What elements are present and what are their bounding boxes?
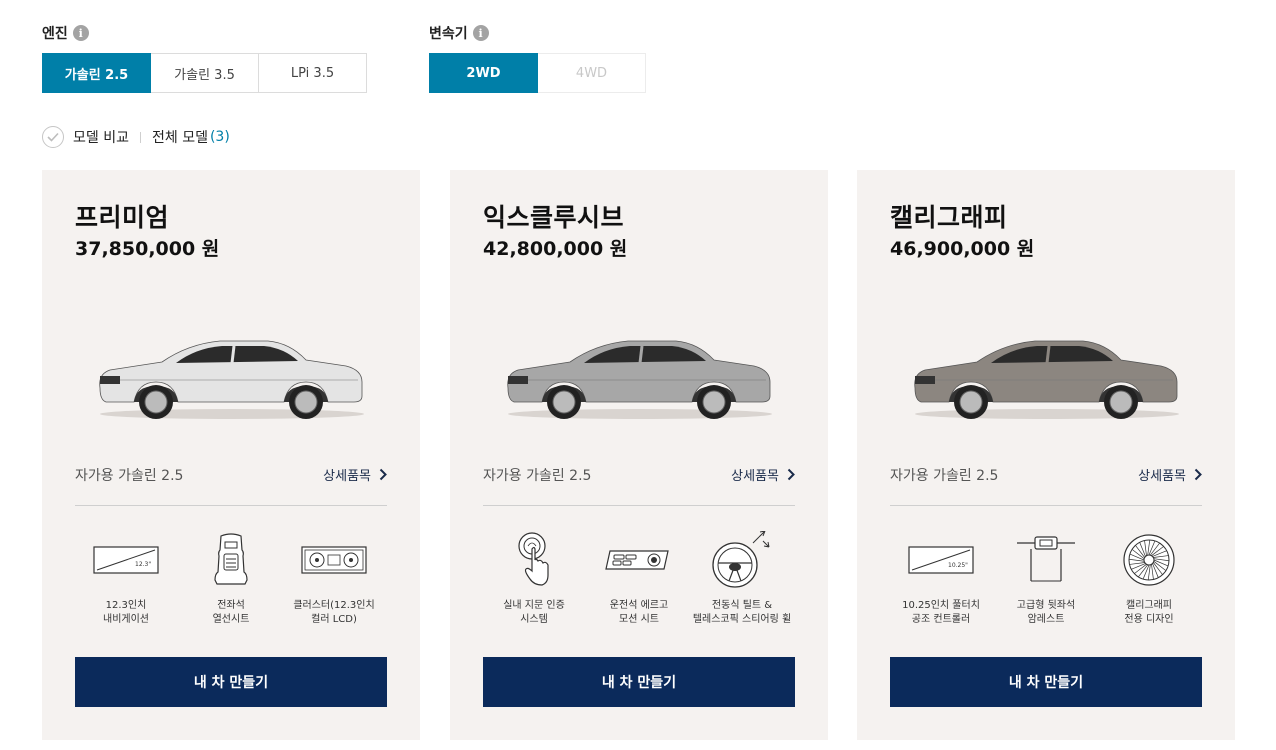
rear-armrest-icon: [991, 530, 1101, 590]
feature-item: 캘리그래피 전용 디자인: [1094, 530, 1204, 627]
chevron-right-icon: [1194, 468, 1202, 481]
drive-filter-label-row: 변속기 i: [429, 22, 646, 44]
feature-item: 실내 지문 인증 시스템: [479, 530, 589, 627]
all-models-label[interactable]: 전체 모델: [152, 127, 208, 147]
car-image: [914, 340, 1179, 419]
trim-name: 캘리그래피: [890, 203, 1008, 232]
drive-option-4wd: 4WD: [537, 53, 646, 93]
wheel-rim: [1109, 390, 1133, 414]
compare-check-icon[interactable]: [42, 126, 64, 148]
divider: [75, 505, 387, 506]
build-my-car-button[interactable]: 내 차 만들기: [75, 657, 387, 707]
wheel-rim: [959, 390, 983, 414]
detail-items-link[interactable]: 상세품목: [1138, 465, 1202, 484]
model-count: (3): [209, 129, 230, 145]
divider: [139, 131, 141, 143]
feature-item: 전좌석 열선시트: [176, 530, 286, 627]
compare-models-link[interactable]: 모델 비교: [73, 127, 129, 147]
trim-card-exclusive: 익스클루시브 42,800,000 원 자가용 가솔린 2.5 상세품목 실내 …: [450, 170, 828, 740]
detail-items-label: 상세품목: [323, 469, 371, 484]
engine-option-lpi-3-5[interactable]: LPi 3.5: [258, 53, 367, 93]
trim-spec: 자가용 가솔린 2.5: [890, 468, 999, 484]
feature-item: 10.25" 10.25인치 풀터치 공조 컨트롤러: [886, 530, 996, 627]
feature-label: 캘리그래피 전용 디자인: [1124, 600, 1174, 625]
screen-size-label: 10.25": [948, 562, 968, 569]
trim-spec: 자가용 가솔린 2.5: [483, 468, 592, 484]
wheel-rim: [552, 390, 576, 414]
wheel-rim: [702, 390, 726, 414]
detail-items-label: 상세품목: [1138, 469, 1186, 484]
ergo-seat-switch-icon: [584, 530, 694, 590]
navigation-screen-icon: 12.3": [71, 530, 181, 590]
drive-filter: 변속기 i 2WD 4WD: [429, 22, 646, 93]
trim-card-premium: 프리미엄 37,850,000 원 자가용 가솔린 2.5 상세품목 12.3"…: [42, 170, 420, 740]
feature-label: 10.25인치 풀터치 공조 컨트롤러: [902, 600, 980, 625]
feature-label: 고급형 뒷좌석 암레스트: [1016, 600, 1076, 625]
detail-items-label: 상세품목: [731, 469, 779, 484]
tilt-steering-icon: [687, 530, 797, 590]
feature-item: 전동식 틸트 & 텔레스코픽 스티어링 휠: [687, 530, 797, 627]
feature-label: 12.3인치 내비게이션: [103, 600, 149, 625]
engine-filter-label-row: 엔진 i: [42, 22, 367, 44]
screen-size-label: 12.3": [135, 561, 151, 568]
detail-items-link[interactable]: 상세품목: [323, 465, 387, 484]
engine-option-gasoline-3-5[interactable]: 가솔린 3.5: [150, 53, 259, 93]
feature-label: 전동식 틸트 & 텔레스코픽 스티어링 휠: [692, 600, 792, 625]
wheel-rim: [144, 390, 168, 414]
chevron-right-icon: [379, 468, 387, 481]
detail-items-link[interactable]: 상세품목: [731, 465, 795, 484]
car-image: [99, 340, 364, 419]
drive-filter-label: 변속기: [429, 26, 468, 42]
info-icon[interactable]: i: [472, 25, 489, 41]
chevron-right-icon: [787, 468, 795, 481]
fulltouch-controller-icon: 10.25": [886, 530, 996, 590]
build-my-car-button[interactable]: 내 차 만들기: [890, 657, 1202, 707]
engine-segmented-control: 가솔린 2.5 가솔린 3.5 LPi 3.5: [42, 53, 367, 93]
drive-option-2wd[interactable]: 2WD: [429, 53, 538, 93]
engine-filter: 엔진 i 가솔린 2.5 가솔린 3.5 LPi 3.5: [42, 22, 367, 93]
compare-row: 모델 비교 전체 모델 (3): [42, 126, 230, 148]
calligraphy-wheel-icon: [1094, 530, 1204, 590]
heated-seat-icon: [176, 530, 286, 590]
cluster-lcd-icon: [279, 530, 389, 590]
feature-item: 클러스터(12.3인치 컬러 LCD): [279, 530, 389, 627]
info-icon[interactable]: i: [72, 25, 89, 41]
feature-item: 12.3" 12.3인치 내비게이션: [71, 530, 181, 627]
feature-label: 전좌석 열선시트: [212, 600, 250, 625]
divider: [483, 505, 795, 506]
feature-label: 운전석 에르고 모션 시트: [609, 600, 669, 625]
engine-filter-label: 엔진: [42, 26, 68, 42]
drive-segmented-control: 2WD 4WD: [429, 53, 646, 93]
trim-price: 42,800,000 원: [483, 238, 628, 260]
wheel-rim: [294, 390, 318, 414]
trim-spec: 자가용 가솔린 2.5: [75, 468, 184, 484]
feature-item: 운전석 에르고 모션 시트: [584, 530, 694, 627]
trim-name: 프리미엄: [75, 203, 170, 232]
build-my-car-button[interactable]: 내 차 만들기: [483, 657, 795, 707]
trim-card-calligraphy: 캘리그래피 46,900,000 원 자가용 가솔린 2.5 상세품목 10.2…: [857, 170, 1235, 740]
feature-label: 클러스터(12.3인치 컬러 LCD): [293, 600, 375, 625]
feature-label: 실내 지문 인증 시스템: [503, 600, 565, 625]
feature-item: 고급형 뒷좌석 암레스트: [991, 530, 1101, 627]
trim-price: 37,850,000 원: [75, 238, 220, 260]
car-image: [507, 340, 772, 419]
engine-option-gasoline-2-5[interactable]: 가솔린 2.5: [42, 53, 151, 93]
divider: [890, 505, 1202, 506]
fingerprint-auth-icon: [479, 530, 589, 590]
trim-name: 익스클루시브: [483, 203, 625, 232]
trim-price: 46,900,000 원: [890, 238, 1035, 260]
